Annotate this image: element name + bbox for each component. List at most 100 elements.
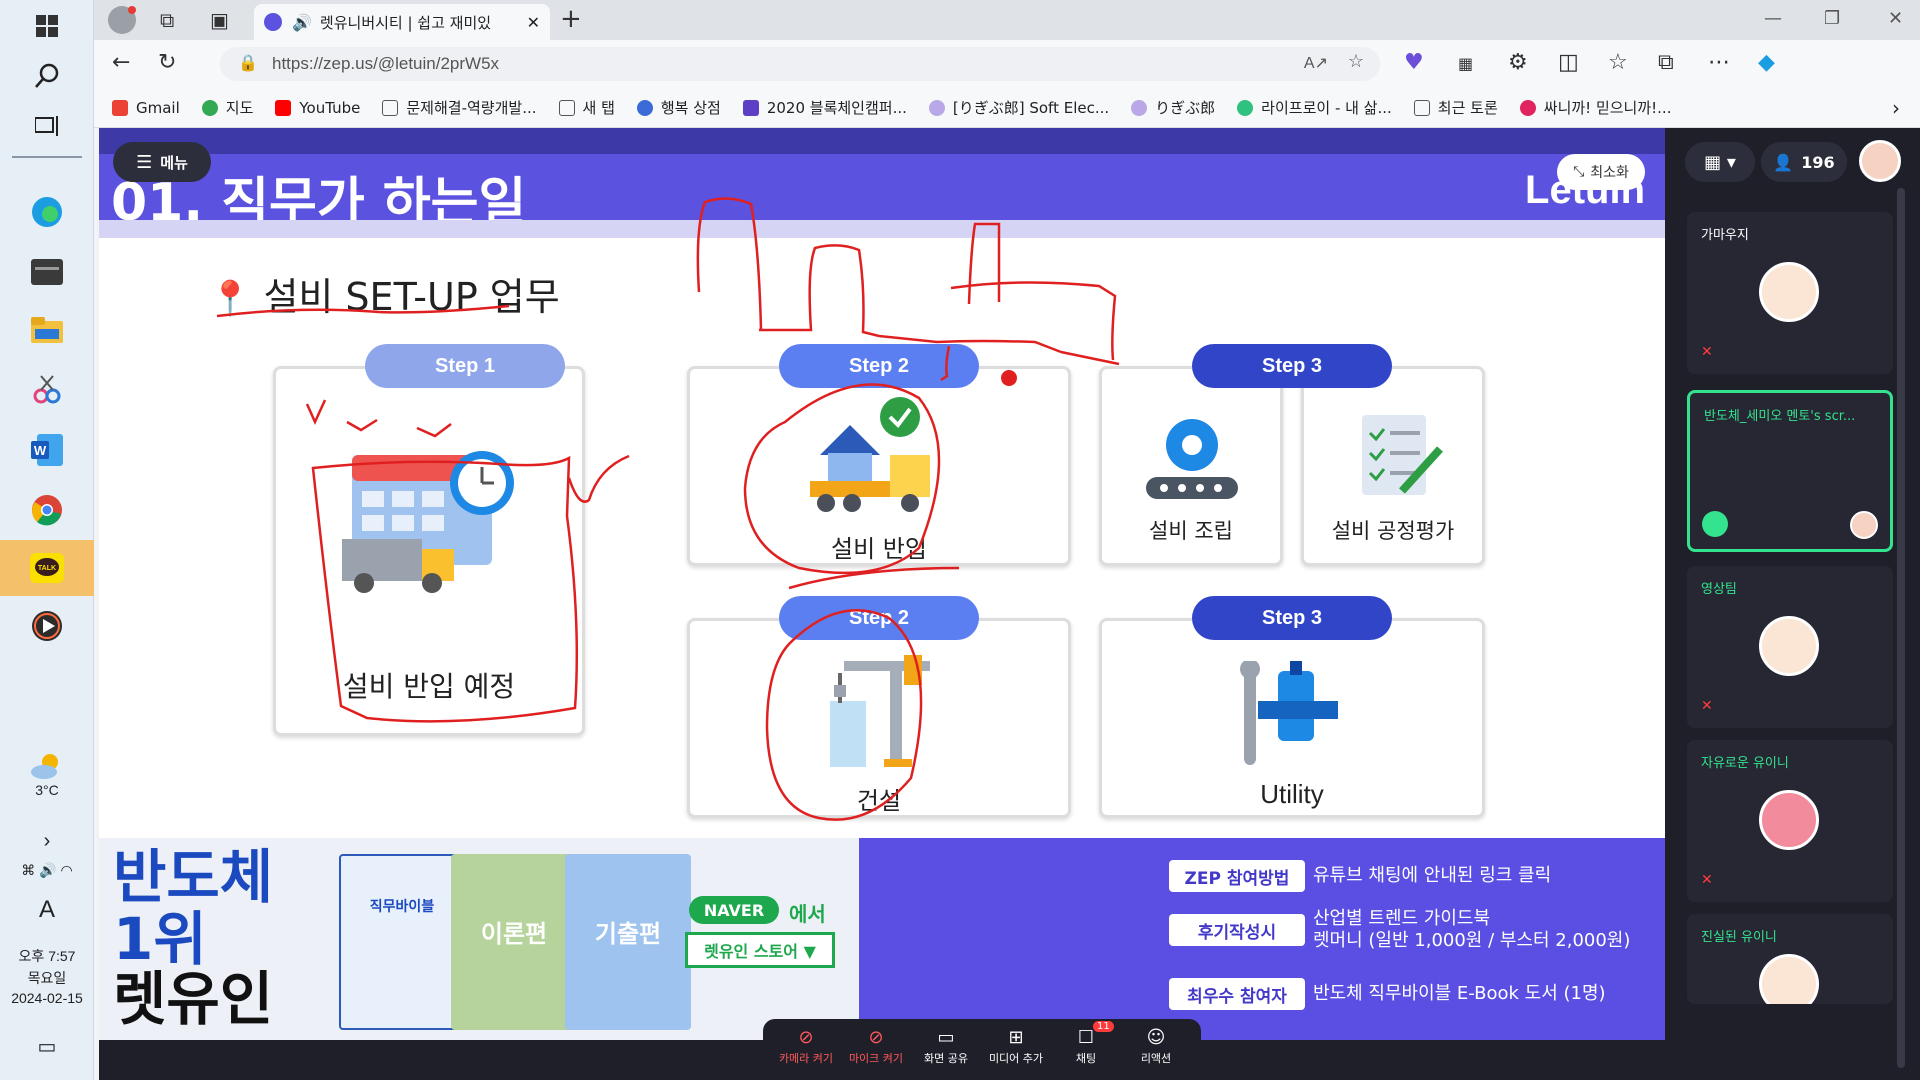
bookmark-item[interactable]: 새 탭 [558,97,615,118]
pentagon-icon [928,99,945,116]
participant-card[interactable]: 진실된 유이니 [1687,914,1893,1004]
reaction-button[interactable]: ☺ 리액션 [1123,1027,1189,1066]
weather-temp: 3°C [35,782,59,798]
edge-app[interactable] [17,186,77,238]
tab-actions-icon[interactable]: ▣ [210,8,229,32]
clock-date: 2024-02-15 [11,990,83,1006]
tab-title: 렛유니버시티 | 쉽고 재미있 [319,13,492,32]
active-tab[interactable]: 🔊 렛유니버시티 | 쉽고 재미있 ✕ [254,4,550,40]
workspaces-icon[interactable]: ⧉ [160,8,174,32]
lock-icon[interactable]: 🔒 [238,53,258,73]
chat-button[interactable]: ☐ 11 채팅 [1053,1021,1119,1066]
close-tab-icon[interactable]: ✕ [527,13,540,32]
bookmark-item[interactable]: 라이프로이 - 내 삶... [1237,97,1392,118]
participant-name: 가마우지 [1701,228,1749,243]
svg-text:W: W [34,443,47,458]
snipping-tool-app[interactable] [17,364,77,416]
tray-expand-icon[interactable]: › [0,830,94,853]
ime-indicator[interactable]: A [0,896,94,924]
presentation-slide: 01. 직무가 하는일 Letuin 📍 설비 SET-UP 업무 설비 반입 … [99,128,1665,838]
menu-button[interactable]: ☰ 메뉴 [113,142,211,182]
handwriting-annotations [216,197,1120,821]
read-aloud-icon[interactable]: A↗ [1304,53,1328,73]
page-icon [382,99,399,116]
restore-window-icon[interactable]: ❐ [1824,8,1840,29]
promo-banner: 반도체 1위 렛유인 직무바이블 이론편 기출편 NAVER 에서 렛유인 스토… [99,838,1665,1040]
start-button[interactable] [17,0,77,52]
mic-toggle-button[interactable]: ⊘ 마이크 켜기 [843,1027,909,1066]
extension-tb-icon[interactable]: ▦ [1458,54,1473,73]
bookmarks-overflow-icon[interactable]: › [1892,96,1900,120]
add-media-button[interactable]: ⊞ 미디어 추가 [983,1027,1049,1066]
split-screen-icon[interactable]: ◫ [1558,50,1579,75]
new-tab-icon[interactable]: + [560,4,582,34]
media-player-app[interactable] [17,600,77,652]
my-avatar[interactable] [1859,140,1901,182]
more-menu-icon[interactable]: ⋯ [1708,50,1730,75]
favorites-icon[interactable]: ☆ [1608,50,1628,75]
clock-time[interactable]: 오후 7:57 [0,946,94,966]
bookmark-item[interactable]: 지도 [201,97,253,118]
file-explorer-app[interactable] [17,304,77,356]
zep-viewport: 01. 직무가 하는일 Letuin 📍 설비 SET-UP 업무 설비 반입 … [99,128,1920,1080]
minimize-button[interactable]: ⤡ 최소화 [1557,154,1645,190]
info-text: 유튜브 채팅에 안내된 링크 클릭 [1313,865,1552,886]
zep-bottom-toolbar: ⊘ 카메라 켜기 ⊘ 마이크 켜기 ▭ 화면 공유 ⊞ 미디어 추가 ☐ 11 채팅 ☺ 리액… [763,1019,1201,1080]
notification-icon[interactable]: ▭ [0,1034,94,1059]
copilot-icon[interactable]: ◆ [1758,50,1775,75]
extensions-icon[interactable]: ⚙ [1508,50,1528,75]
address-bar[interactable]: 🔒 https://zep.us/@letuin/2prW5x A↗ ☆ [220,47,1380,81]
favorite-star-icon[interactable]: ☆ [1348,51,1364,72]
screen: W TALK 3°C › ⌘ 🔊 ◠ A 오후 7:57 목요일 2024-02… [0,0,1920,1080]
chat-badge: 11 [1093,1021,1114,1032]
book-cover: 이론편 [451,854,577,1030]
bookmark-item[interactable]: 문제해결-역량개발... [382,97,537,118]
refresh-icon[interactable]: ↻ [158,50,176,75]
layout-toggle-button[interactable]: ▦ ▾ [1685,142,1755,182]
minimize-window-icon[interactable]: — [1764,8,1782,29]
extension-w-icon[interactable]: ♥ [1404,50,1424,75]
collections-icon[interactable]: ⧉ [1658,50,1674,75]
tray-icons[interactable]: ⌘ 🔊 ◠ [0,862,94,879]
participant-card[interactable]: 자유로운 유이니 ✕ [1687,740,1893,902]
participants-scrollbar[interactable] [1897,188,1905,1068]
participant-name: 자유로운 유이니 [1701,756,1789,771]
kakaotalk-app[interactable]: TALK [0,540,94,596]
search-button[interactable] [17,50,77,102]
mic-off-icon: ✕ [1701,872,1713,888]
camera-toggle-button[interactable]: ⊘ 카메라 켜기 [773,1027,839,1066]
bookmark-item[interactable]: りぎぶ郎 [1131,97,1215,118]
bookmark-item[interactable]: [りぎぶ郎] Soft Elec... [928,97,1109,118]
participant-card[interactable]: 가마우지 ✕ [1687,212,1893,374]
terminal-app[interactable] [17,246,77,298]
participants-button[interactable]: 👤 196 [1761,142,1847,182]
hamburger-icon: ☰ [136,151,153,173]
back-icon[interactable]: ← [112,50,130,75]
avatar [1759,790,1819,850]
bookmark-item[interactable]: YouTube [275,99,360,117]
participant-card-active[interactable]: 반도체_세미오 멘토's scr... [1687,390,1893,552]
task-view-button[interactable] [17,100,77,152]
bookmark-item[interactable]: Gmail [112,99,180,117]
close-window-icon[interactable]: ✕ [1888,8,1903,29]
bookmarks-bar: Gmail 지도 YouTube 문제해결-역량개발... 새 탭 행복 상점 … [94,88,1920,128]
participant-name: 반도체_세미오 멘토's scr... [1704,409,1856,424]
participant-card[interactable]: 영상팀 ✕ [1687,566,1893,728]
audio-playing-icon[interactable]: 🔊 [292,13,312,32]
search-icon [35,63,59,88]
bookmark-item[interactable]: 2020 블록체인캠퍼... [742,97,907,118]
screen-share-button[interactable]: ▭ 화면 공유 [913,1027,979,1066]
naver-suffix: 에서 [789,902,826,926]
speaking-icon [1702,511,1728,537]
bookmark-item[interactable]: 싸니까! 믿으니까!... [1519,97,1671,118]
collapse-icon: ⤡ [1573,164,1585,180]
info-pill: ZEP 참여방법 [1169,860,1305,892]
windows-icon [36,15,58,37]
store-link[interactable]: 렛유인 스토어 ▼ [685,932,835,968]
chrome-app[interactable] [17,484,77,536]
word-app[interactable]: W [17,424,77,476]
layout-grid-icon: ▦ ▾ [1704,151,1736,173]
mic-off-icon: ✕ [1701,344,1713,360]
bookmark-item[interactable]: 행복 상점 [636,97,721,118]
bookmark-item[interactable]: 최근 토론 [1413,97,1498,118]
